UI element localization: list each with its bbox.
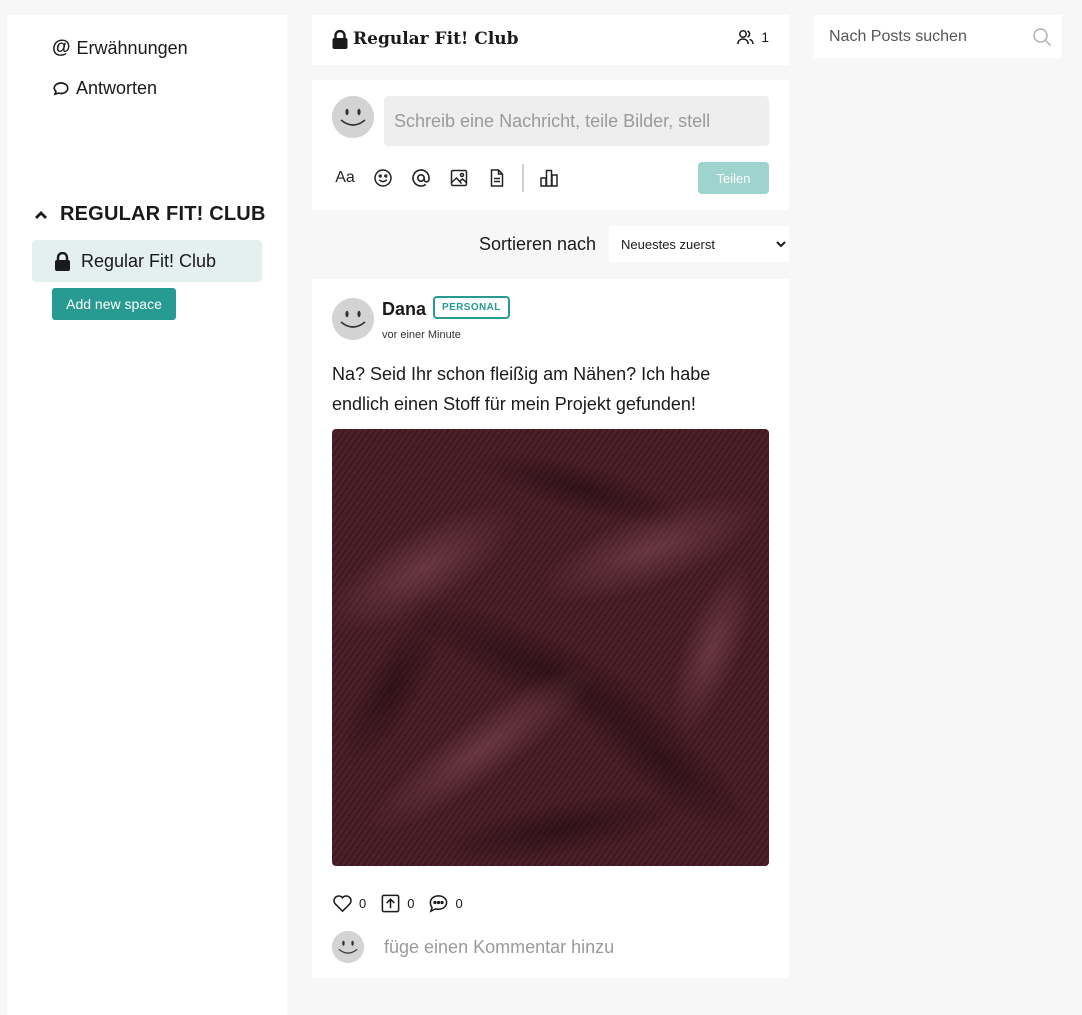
heart-icon [333,895,352,913]
lock-icon [332,29,348,49]
at-icon: @ [52,37,71,58]
post-card: Dana PERSONAL vor einer Minute Na? Seid … [312,279,789,978]
members-button[interactable]: 1 [737,29,769,45]
nav-item-label: Erwähnungen [76,37,188,58]
composer-input[interactable] [384,96,769,146]
sort-select[interactable]: Neuestes zuerst [609,226,789,262]
post-author[interactable]: Dana [382,299,426,320]
post-actions: 0 0 0 [332,893,463,914]
add-space-button[interactable]: Add new space [52,288,176,320]
space-label: Regular Fit! Club [81,250,217,271]
post-image[interactable] [332,429,769,866]
speech-bubble-icon [53,81,69,96]
share-count: 0 [407,896,415,911]
role-badge: PERSONAL [433,296,510,319]
sort-label: Sortieren nach [479,234,597,254]
fabric-photo [332,429,769,866]
nav-item-mentions[interactable]: @ Erwähnungen [52,37,188,59]
text-format-icon[interactable]: Aa [332,165,358,191]
search-icon[interactable] [1032,27,1052,47]
share-button[interactable]: Teilen [698,162,769,194]
chevron-up-icon [35,210,47,219]
comment-count: 0 [455,896,463,911]
section-toggle[interactable]: REGULAR FIT! CLUB [34,203,266,226]
emoji-icon[interactable] [370,165,396,191]
like-count: 0 [359,896,367,911]
comment-icon [430,895,448,913]
poll-icon[interactable] [536,165,562,191]
smiley-avatar-icon [332,96,374,138]
lock-icon [55,251,70,271]
toolbar-divider [522,164,524,192]
users-icon [737,30,754,45]
comment-input[interactable] [384,931,754,963]
at-icon[interactable] [408,165,434,191]
post-text: Na? Seid Ihr schon fleißig am Nähen? Ich… [332,364,711,414]
composer: Aa Teilen [312,80,789,210]
composer-toolbar: Aa [332,164,574,192]
share-post-button[interactable]: 0 [380,893,414,914]
members-count: 1 [761,29,769,45]
sidebar: @ Erwähnungen Antworten REGULAR FIT! CLU… [7,15,287,1015]
comment-button[interactable]: 0 [428,893,463,914]
avatar [332,96,374,138]
image-icon[interactable] [446,165,472,191]
document-icon[interactable] [484,165,510,191]
page-title: Regular Fit! Club [332,29,519,49]
search-input[interactable] [814,15,1024,58]
space-item-regular-fit-club[interactable]: Regular Fit! Club [32,240,262,282]
avatar[interactable] [332,298,374,340]
smiley-avatar-icon [332,931,364,963]
avatar [332,931,364,963]
page-title-text: Regular Fit! Club [353,29,519,49]
nav-item-label: Antworten [76,78,158,98]
section-title: REGULAR FIT! CLUB [60,203,266,225]
share-icon [381,894,400,913]
smiley-avatar-icon [332,298,374,340]
search-box [814,15,1062,58]
like-button[interactable]: 0 [332,893,366,914]
space-header: Regular Fit! Club 1 [312,15,789,65]
post-timestamp: vor einer Minute [382,329,461,341]
nav-item-replies[interactable]: Antworten [52,78,157,99]
